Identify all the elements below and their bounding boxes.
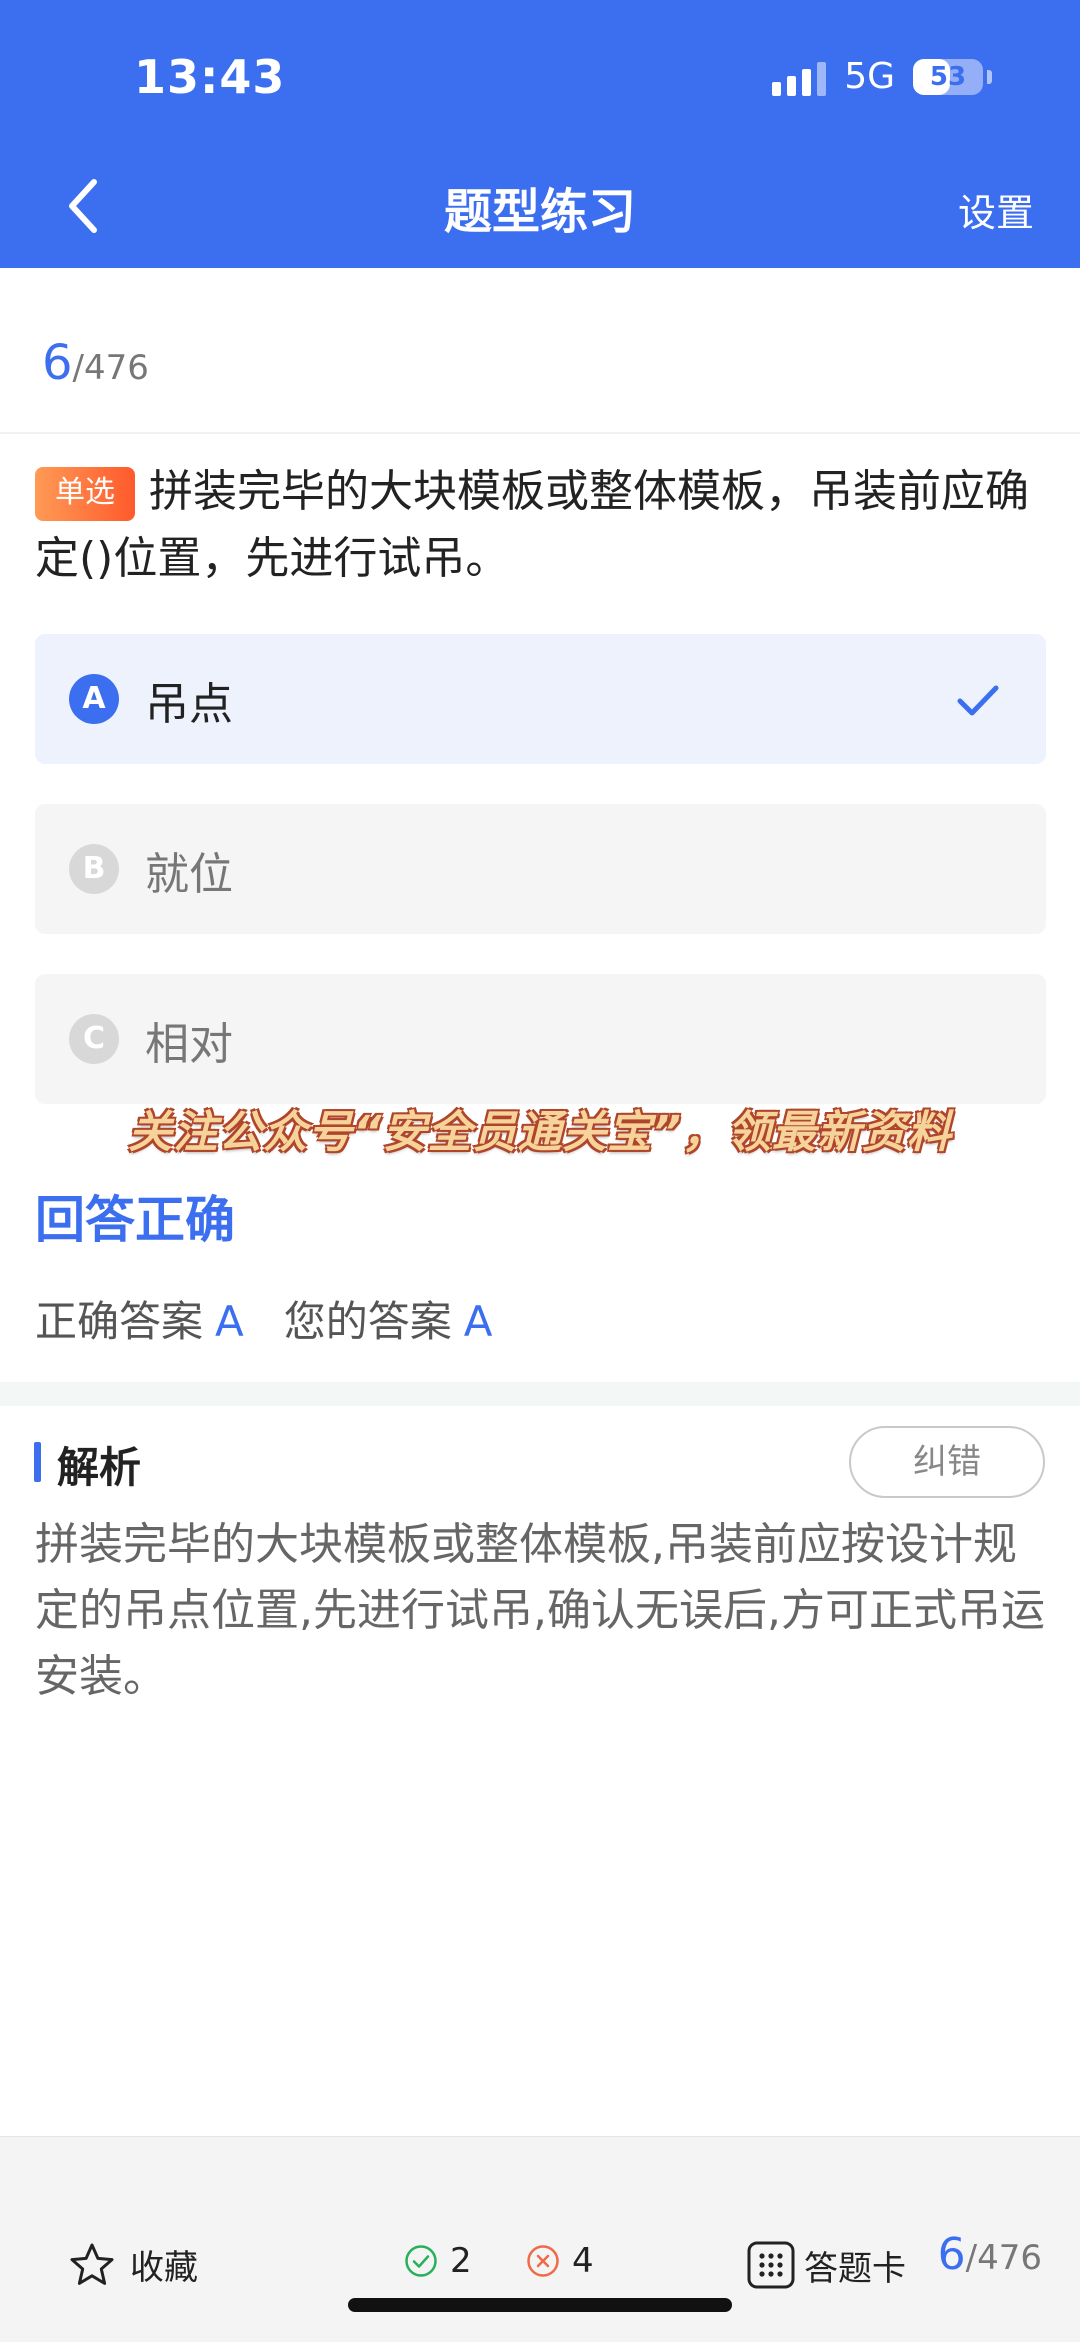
settings-button[interactable]: 设置	[958, 182, 1034, 237]
favorite-button[interactable]: 收藏	[68, 2240, 198, 2289]
promo-watermark: 关注公众号“安全员通关宝”，领最新资料	[128, 1107, 952, 1158]
your-answer-value: A	[463, 1297, 493, 1346]
battery-level: 53	[929, 61, 967, 92]
answer-card-label: 答题卡	[804, 2248, 906, 2289]
section-divider	[0, 1382, 1080, 1406]
question-stem: 单选 拼装完毕的大块模板或整体模板，吊装前应确定()位置，先进行试吊。	[35, 458, 1050, 592]
wrong-count: 4	[526, 2241, 594, 2281]
answer-card-button[interactable]: 答题卡	[746, 2240, 906, 2290]
right-count-value: 2	[450, 2241, 472, 2281]
question-type-badge: 单选	[35, 467, 135, 521]
network-label: 5G	[844, 56, 895, 97]
analysis-title: 解析	[57, 1443, 142, 1492]
question-progress: 6/476	[42, 335, 149, 391]
option-letter: A	[69, 674, 119, 724]
result-title: 回答正确	[35, 1191, 235, 1249]
option-text: 吊点	[145, 679, 233, 730]
favorite-label: 收藏	[130, 2248, 198, 2288]
analysis-text: 拼装完毕的大块模板或整体模板,吊装前应按设计规定的吊点位置,先进行试吊,确认无误…	[35, 1519, 1045, 1702]
analysis-accent-bar	[34, 1442, 41, 1482]
app-header: 13:43 5G 53 题型练习 设置	[0, 0, 1080, 268]
battery-tip	[987, 69, 992, 84]
your-answer-label: 您的答案	[283, 1297, 452, 1346]
progress-total: /476	[72, 348, 149, 388]
home-indicator[interactable]	[348, 2298, 732, 2312]
option-letter: C	[69, 1014, 119, 1064]
page-title: 题型练习	[443, 184, 636, 240]
answer-summary: 正确答案 A 您的答案 A	[35, 1288, 493, 1349]
bottom-progress-current: 6	[937, 2229, 966, 2280]
option-letter: B	[69, 844, 119, 894]
progress-current: 6	[42, 335, 73, 391]
x-circle-icon	[527, 2245, 559, 2277]
option-c[interactable]: C 相对	[35, 974, 1046, 1104]
report-error-button[interactable]: 纠错	[849, 1426, 1045, 1498]
option-b[interactable]: B 就位	[35, 804, 1046, 934]
grid-icon	[747, 2241, 795, 2289]
check-circle-icon	[405, 2245, 437, 2277]
bottom-progress: 6/476	[938, 2229, 1042, 2280]
option-a[interactable]: A 吊点	[35, 634, 1046, 764]
check-icon	[957, 685, 999, 716]
status-indicators: 5G 53	[772, 56, 992, 97]
option-text: 相对	[145, 1019, 233, 1070]
battery-icon: 53	[913, 58, 983, 95]
correct-answer-label: 正确答案	[35, 1297, 204, 1346]
bottom-progress-total: /476	[965, 2238, 1042, 2278]
status-time: 13:43	[134, 50, 286, 104]
divider	[0, 432, 1080, 434]
question-text: 拼装完毕的大块模板或整体模板，吊装前应确定()位置，先进行试吊。	[35, 466, 1029, 584]
signal-icon	[772, 58, 827, 96]
option-text: 就位	[145, 849, 233, 900]
right-count: 2	[404, 2241, 472, 2281]
correct-answer-value: A	[215, 1297, 244, 1346]
star-icon	[70, 2243, 114, 2285]
wrong-count-value: 4	[572, 2241, 594, 2281]
